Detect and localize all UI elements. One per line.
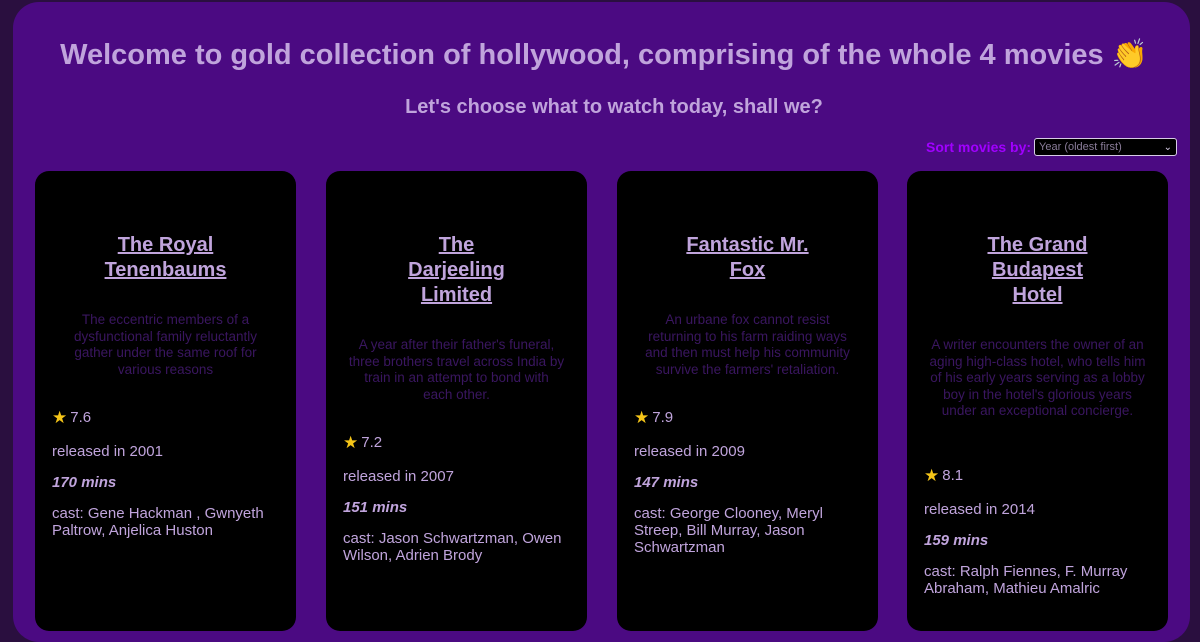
- movie-title-line: Fox: [729, 259, 766, 281]
- movie-rating: ★ 7.9: [634, 409, 673, 426]
- sort-control: Sort movies by: Year (oldest first) ⌄: [926, 138, 1178, 156]
- movie-title[interactable]: Fantastic Mr. Fox: [617, 233, 878, 283]
- movie-title-line: The Royal: [117, 234, 214, 256]
- sort-select[interactable]: Year (oldest first) ⌄: [1034, 138, 1178, 156]
- movie-description: The eccentric members of a dysfunctional…: [73, 312, 258, 377]
- movie-runtime: 159 mins: [924, 532, 989, 549]
- movie-title-line: Limited: [420, 284, 493, 306]
- movie-description: An urbane fox cannot resist returning to…: [645, 312, 850, 377]
- star-icon: ★: [52, 408, 68, 427]
- movie-title-line: Budapest: [991, 259, 1084, 281]
- star-icon: ★: [924, 466, 940, 485]
- movie-runtime: 151 mins: [343, 499, 408, 516]
- movie-description: A writer encounters the owner of an agin…: [929, 337, 1146, 418]
- star-icon: ★: [634, 408, 650, 427]
- chevron-down-icon: ⌄: [1163, 141, 1173, 153]
- movie-runtime: 147 mins: [634, 474, 699, 491]
- movie-description: A year after their father's funeral, thr…: [348, 337, 565, 402]
- movie-release: released in 2007: [343, 468, 454, 485]
- movie-card: Fantastic Mr. Fox An urbane fox cannot r…: [617, 171, 878, 631]
- movie-title-line: The Grand: [987, 234, 1088, 256]
- movie-rating-value: 7.2: [361, 434, 383, 451]
- movie-title-line: The: [438, 234, 475, 256]
- movie-card: The Darjeeling Limited A year after thei…: [326, 171, 587, 631]
- movie-title-line: Hotel: [1012, 284, 1063, 306]
- movie-title[interactable]: The Royal Tenenbaums: [35, 233, 296, 283]
- movie-rating: ★ 7.2: [343, 434, 382, 451]
- movie-runtime: 170 mins: [52, 474, 117, 491]
- sort-label: Sort movies by:: [926, 139, 1032, 155]
- movie-release: released in 2009: [634, 443, 745, 460]
- star-icon: ★: [343, 433, 359, 452]
- movie-release: released in 2001: [52, 443, 163, 460]
- movie-title-line: Fantastic Mr.: [686, 234, 809, 256]
- movie-title-line: Tenenbaums: [104, 259, 227, 281]
- movie-rating-value: 7.9: [652, 409, 674, 426]
- sort-selected-value: Year (oldest first): [1039, 141, 1122, 153]
- movie-release: released in 2014: [924, 501, 1035, 518]
- movie-rating: ★ 8.1: [924, 467, 963, 484]
- movie-title[interactable]: The Grand Budapest Hotel: [907, 233, 1168, 308]
- movie-cast: cast: George Clooney, Meryl Streep, Bill…: [634, 505, 823, 556]
- movie-title[interactable]: The Darjeeling Limited: [326, 233, 587, 308]
- page-subtitle: Let's choose what to watch today, shall …: [405, 96, 823, 118]
- movie-rating-value: 7.6: [70, 409, 92, 426]
- movie-card: The Royal Tenenbaums The eccentric membe…: [35, 171, 296, 631]
- movie-rating: ★ 7.6: [52, 409, 91, 426]
- movie-cast: cast: Jason Schwartzman, Owen Wilson, Ad…: [343, 530, 562, 564]
- page-title: Welcome to gold collection of hollywood,…: [60, 39, 1148, 71]
- page-container: Welcome to gold collection of hollywood,…: [13, 2, 1190, 642]
- movie-card: The Grand Budapest Hotel A writer encoun…: [907, 171, 1168, 631]
- movie-cast: cast: Ralph Fiennes, F. Murray Abraham, …: [924, 563, 1128, 597]
- movie-title-line: Darjeeling: [408, 259, 505, 281]
- movie-cast: cast: Gene Hackman , Gwnyeth Paltrow, An…: [52, 505, 264, 539]
- movie-rating-value: 8.1: [942, 467, 964, 484]
